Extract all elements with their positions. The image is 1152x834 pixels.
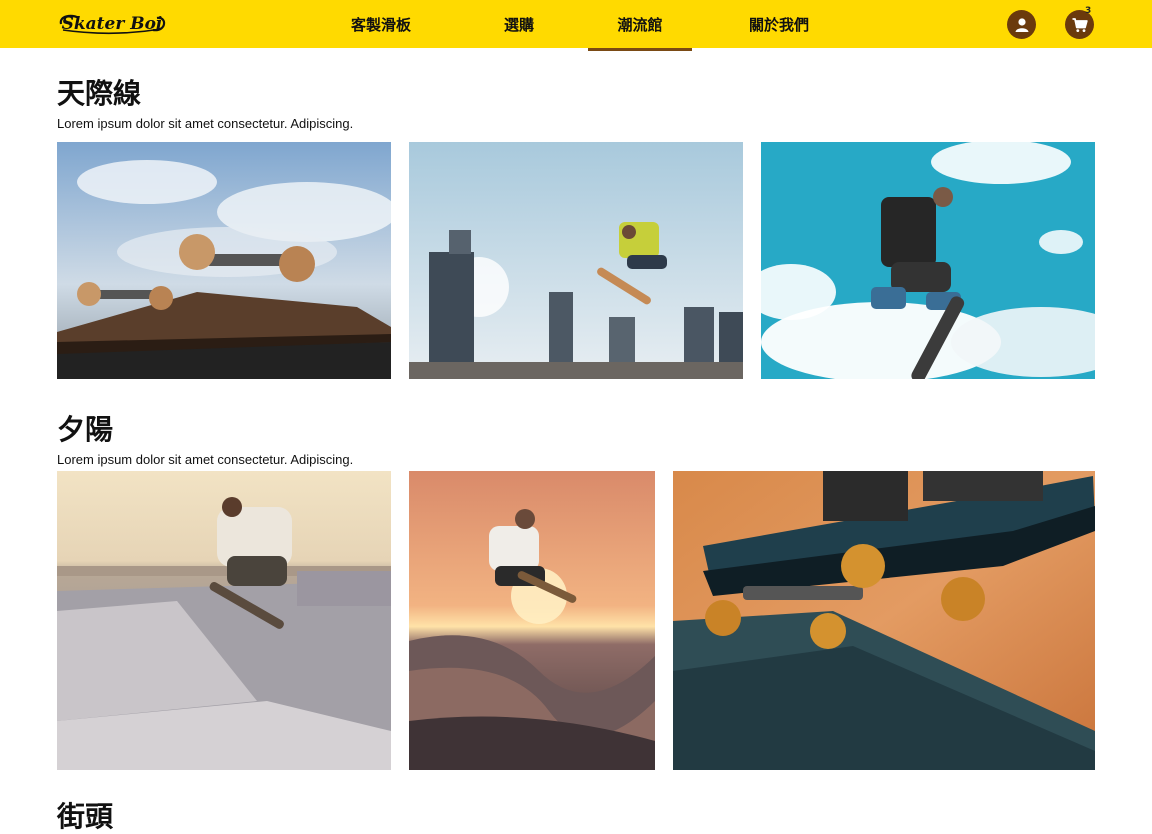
section-title-skyline: 天際線 xyxy=(57,77,142,110)
cart-count-badge: 3 xyxy=(1085,6,1092,16)
section-title-street: 街頭 xyxy=(57,800,114,833)
cart-icon xyxy=(1072,17,1088,32)
nav-item-label: 客製滑板 xyxy=(350,15,411,34)
nav-item-label: 關於我們 xyxy=(748,15,809,34)
user-icon xyxy=(1015,17,1028,32)
gallery-photo-sunset-bowl-jump[interactable] xyxy=(409,471,655,770)
section-title-sunset: 夕陽 xyxy=(57,413,114,446)
section-description: Lorem ipsum dolor sit amet consectetur. … xyxy=(57,116,354,131)
gallery-photo-blue-sky-jump[interactable] xyxy=(761,142,1095,379)
section-description: Lorem ipsum dolor sit amet consectetur. … xyxy=(57,452,354,467)
gallery-photo-skyline-jump[interactable] xyxy=(409,142,743,379)
gallery-photo-skatepark-beach[interactable] xyxy=(57,471,391,770)
nav-item-custom-skateboard[interactable]: 客製滑板 xyxy=(326,0,436,48)
nav-item-trend-gallery[interactable]: 潮流館 xyxy=(585,0,695,51)
nav-item-label: 選購 xyxy=(503,15,534,34)
brand-logo[interactable]: Skater Boi xyxy=(57,10,167,38)
gallery-photo-skateboard-sunset-closeup[interactable] xyxy=(673,471,1095,770)
gallery-photo-skateboard-closeup[interactable] xyxy=(57,142,391,379)
nav-item-shop[interactable]: 選購 xyxy=(464,0,574,48)
nav-item-about-us[interactable]: 關於我們 xyxy=(724,0,834,48)
account-button[interactable] xyxy=(1007,10,1036,39)
top-navigation-bar: Skater Boi 客製滑板 選購 潮流館 關於我們 3 xyxy=(0,0,1152,51)
nav-item-label: 潮流館 xyxy=(617,15,663,34)
svg-text:Skater Boi: Skater Boi xyxy=(62,14,163,34)
